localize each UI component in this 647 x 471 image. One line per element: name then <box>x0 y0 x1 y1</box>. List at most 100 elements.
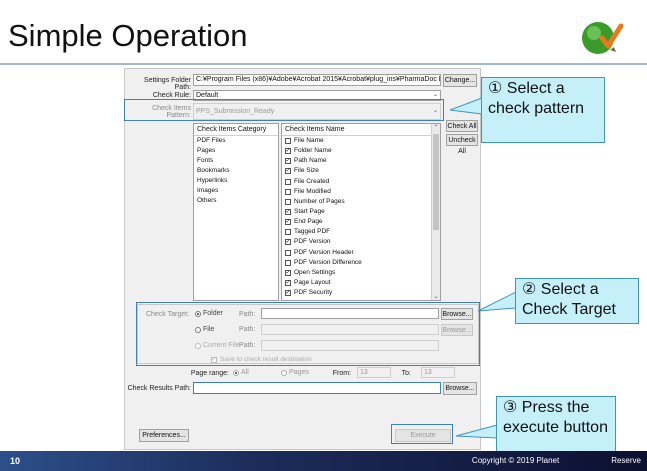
check-item-label: Folder Name <box>294 147 332 155</box>
slide-title: Simple Operation <box>8 18 248 53</box>
to-input[interactable]: 13 <box>421 367 455 378</box>
all-pages-radio-label: All <box>241 369 249 376</box>
radio-selected-icon <box>233 369 239 376</box>
check-items-scrollbar[interactable]: ⌃ ⌄ <box>431 124 440 300</box>
checkbox-checked-icon[interactable]: ✓ <box>285 209 291 216</box>
check-item-label: Open Settings <box>294 268 336 276</box>
check-item-row[interactable]: Number of Pages <box>282 197 440 207</box>
all-pages-radio[interactable]: All <box>233 369 249 376</box>
pages-radio-label: Pages <box>289 369 309 376</box>
check-item-row[interactable]: ✓ Page Layout <box>282 278 440 288</box>
change-button[interactable]: Change... <box>443 74 477 87</box>
checkbox-checked-icon[interactable]: ✓ <box>285 280 291 287</box>
check-item-row[interactable]: PDF Version Header <box>282 248 440 258</box>
check-item-label: PDF Security <box>294 289 333 297</box>
title-divider <box>0 63 647 65</box>
category-list-item[interactable]: Others <box>194 196 278 206</box>
check-dialog: Settings Folder Path: C:¥Program Files (… <box>124 68 481 450</box>
copyright-suffix: Reserve <box>611 456 641 465</box>
check-item-row[interactable]: ✓ Start Page <box>282 207 440 217</box>
uncheck-all-button[interactable]: Uncheck All <box>446 134 478 155</box>
checkbox-checked-icon[interactable]: ✓ <box>285 239 291 246</box>
check-item-row[interactable]: File Name <box>282 136 440 146</box>
callout-select-pattern: ① Select a check pattern <box>481 77 605 143</box>
checkbox-empty-icon[interactable] <box>285 229 291 236</box>
check-item-row[interactable]: ✓ End Page <box>282 217 440 227</box>
checkbox-checked-icon[interactable]: ✓ <box>285 168 291 175</box>
category-list-header: Check Items Category <box>194 124 278 136</box>
check-item-label: Path Name <box>294 157 327 165</box>
category-list-item[interactable]: Hyperlinks <box>194 176 278 186</box>
category-list-item[interactable]: Pages <box>194 146 278 156</box>
scroll-thumb[interactable] <box>433 134 439 230</box>
check-item-row[interactable]: ✓ Open Settings <box>282 268 440 278</box>
check-items-name-list[interactable]: Check Items Name File Name ✓ Folder Name ✓ P… <box>281 123 441 301</box>
check-items-list-header: Check Items Name <box>282 124 440 136</box>
execute-highlight <box>391 424 453 444</box>
checkbox-checked-icon[interactable]: ✓ <box>285 269 291 276</box>
check-item-label: File Name <box>294 137 324 145</box>
checkbox-empty-icon[interactable] <box>285 138 291 145</box>
pages-radio[interactable]: Pages <box>281 369 309 376</box>
checkbox-empty-icon[interactable] <box>285 198 291 205</box>
category-list-item[interactable]: Fonts <box>194 156 278 166</box>
check-item-row[interactable]: ✓ Folder Name <box>282 146 440 156</box>
check-item-label: File Created <box>294 177 330 185</box>
check-rule-value: Default <box>196 92 219 99</box>
check-item-row[interactable]: File Created <box>282 177 440 187</box>
settings-folder-field[interactable]: C:¥Program Files (x86)¥Adobe¥Acrobat 201… <box>193 74 441 86</box>
check-item-label: PDF Version Header <box>294 248 354 256</box>
to-label: To: <box>401 370 411 377</box>
page-number: 10 <box>10 456 21 466</box>
check-item-label: Start Page <box>294 208 325 216</box>
checkbox-checked-icon[interactable]: ✓ <box>285 158 291 165</box>
check-results-path-label: Check Results Path: <box>127 385 191 392</box>
checkbox-empty-icon[interactable] <box>285 259 291 266</box>
target-highlight <box>136 302 480 366</box>
check-item-row[interactable]: ✓ PDF Version <box>282 237 440 247</box>
copyright-text: Copyright © 2019 Planet Reserve <box>472 456 641 465</box>
check-item-label: Number of Pages <box>294 197 345 205</box>
check-all-button[interactable]: Check All <box>446 120 478 132</box>
checkbox-empty-icon[interactable] <box>285 249 291 256</box>
check-items-category-list[interactable]: Check Items Category PDF Files Pages Fonts… <box>193 123 279 301</box>
check-item-row[interactable]: Tagged PDF <box>282 227 440 237</box>
preferences-button[interactable]: Preferences... <box>139 429 189 442</box>
check-item-row[interactable]: PDF Version Difference <box>282 258 440 268</box>
check-item-label: Page Layout <box>294 279 331 287</box>
check-item-label: End Page <box>294 218 323 226</box>
check-item-label: File Modified <box>294 187 331 195</box>
from-input[interactable]: 13 <box>357 367 391 378</box>
checkbox-checked-icon[interactable]: ✓ <box>285 148 291 155</box>
check-results-path-input[interactable] <box>193 382 441 394</box>
check-rule-label: Check Rule: <box>152 92 191 99</box>
copyright-main: Copyright © 2019 Planet <box>471 456 560 465</box>
category-list-item[interactable]: Images <box>194 186 278 196</box>
from-label: From: <box>332 370 351 377</box>
slide-footer: 10 Copyright © 2019 Planet Reserve <box>0 451 647 471</box>
category-list-item[interactable]: Bookmarks <box>194 166 278 176</box>
check-item-label: File Size <box>294 167 319 175</box>
pattern-highlight <box>124 99 444 121</box>
check-item-label: Tagged PDF <box>294 228 331 236</box>
chevron-down-icon: ⌄ <box>432 92 438 98</box>
scroll-down-icon[interactable]: ⌄ <box>432 293 440 300</box>
settings-folder-label: Settings Folder Path: <box>143 77 191 91</box>
checkbox-checked-icon[interactable]: ✓ <box>285 219 291 226</box>
check-item-label: PDF Version Difference <box>294 258 362 266</box>
results-browse-button[interactable]: Browse... <box>443 382 477 395</box>
page-range-label: Page range: <box>190 370 229 377</box>
check-item-row[interactable]: ✓ File Size <box>282 166 440 176</box>
checkbox-checked-icon[interactable]: ✓ <box>285 290 291 297</box>
check-item-row[interactable]: ✓ Path Name <box>282 156 440 166</box>
category-list-item[interactable]: PDF Files <box>194 136 278 146</box>
check-item-label: PDF Version <box>294 238 331 246</box>
checkbox-empty-icon[interactable] <box>285 188 291 195</box>
callout-select-target: ② Select a Check Target <box>515 278 639 324</box>
green-check-logo-icon <box>582 22 624 54</box>
radio-empty-icon <box>281 369 287 376</box>
checkbox-empty-icon[interactable] <box>285 178 291 185</box>
scroll-up-icon[interactable]: ⌃ <box>432 124 440 131</box>
check-item-row[interactable]: File Modified <box>282 187 440 197</box>
check-item-row[interactable]: ✓ PDF Security <box>282 288 440 298</box>
